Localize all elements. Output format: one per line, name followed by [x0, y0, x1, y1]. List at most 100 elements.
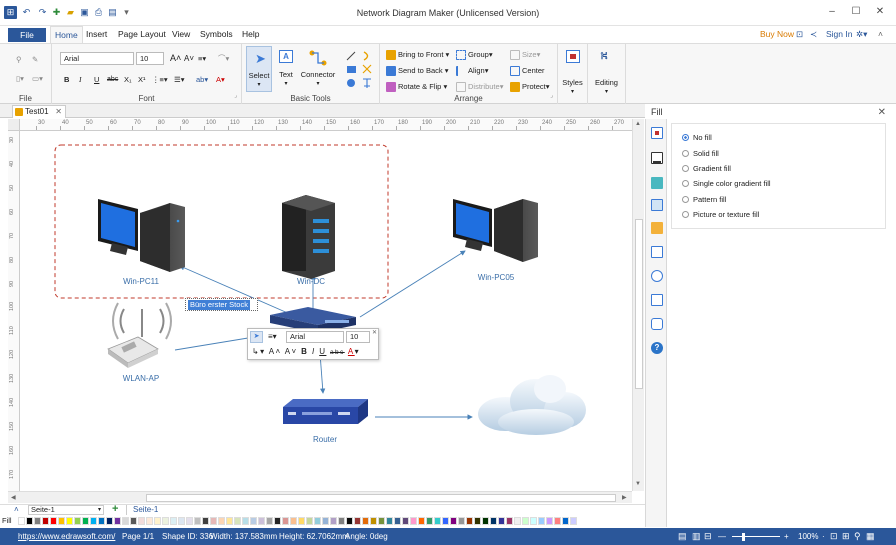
- color-swatch[interactable]: [226, 517, 233, 525]
- option-gradient-fill[interactable]: Gradient fill: [682, 163, 731, 174]
- mini-grow-font-icon[interactable]: A˄: [269, 347, 282, 356]
- italic-button[interactable]: I: [79, 73, 82, 86]
- color-swatch[interactable]: [186, 517, 193, 525]
- tab-help[interactable]: Help: [238, 26, 263, 43]
- font-size-select[interactable]: 10: [136, 52, 164, 65]
- color-swatch[interactable]: [202, 517, 209, 525]
- option-picture-texture-fill[interactable]: Picture or texture fill: [682, 209, 759, 220]
- color-swatch[interactable]: [34, 517, 41, 525]
- option-no-fill[interactable]: No fill: [682, 132, 712, 143]
- grow-font-icon[interactable]: A˄: [170, 52, 181, 65]
- color-swatch[interactable]: [50, 517, 57, 525]
- color-swatch[interactable]: [386, 517, 393, 525]
- tab-page-layout[interactable]: Page Layout: [114, 26, 170, 43]
- color-swatch[interactable]: [354, 517, 361, 525]
- color-swatch[interactable]: [154, 517, 161, 525]
- mini-shrink-font-icon[interactable]: A˅: [285, 347, 298, 356]
- color-swatch[interactable]: [74, 517, 81, 525]
- font-dialog-launcher-icon[interactable]: ⌟: [234, 90, 237, 103]
- mini-underline-button[interactable]: U: [319, 347, 326, 356]
- drawing-canvas[interactable]: Win-PC11 Win-DC Win-PC05 WLAN-AP Router …: [20, 131, 632, 490]
- tab-symbols[interactable]: Symbols: [196, 26, 237, 43]
- color-swatch[interactable]: [562, 517, 569, 525]
- color-swatch[interactable]: [66, 517, 73, 525]
- paste-icon[interactable]: ▯▾: [16, 72, 24, 85]
- close-tab-icon[interactable]: ✕: [55, 106, 62, 118]
- color-swatch[interactable]: [282, 517, 289, 525]
- fit-width-icon[interactable]: ⊞: [842, 528, 850, 545]
- paragraph-align-icon[interactable]: ≡▾: [198, 52, 206, 65]
- color-swatch[interactable]: [338, 517, 345, 525]
- color-swatch[interactable]: [58, 517, 65, 525]
- color-swatch[interactable]: [362, 517, 369, 525]
- settings-gear-icon[interactable]: ✲▾: [852, 26, 871, 43]
- text-direction-icon[interactable]: ⌒▾: [218, 52, 229, 65]
- image-panel-icon[interactable]: [651, 199, 663, 211]
- router-icon[interactable]: [283, 399, 368, 424]
- color-swatch[interactable]: [90, 517, 97, 525]
- pc-win-pc11-icon[interactable]: [98, 199, 185, 272]
- help-icon[interactable]: ?: [651, 342, 663, 354]
- color-swatch[interactable]: [106, 517, 113, 525]
- color-swatch[interactable]: [218, 517, 225, 525]
- color-swatch[interactable]: [234, 517, 241, 525]
- color-swatch[interactable]: [26, 517, 33, 525]
- close-button[interactable]: ✕: [870, 4, 890, 20]
- color-swatch[interactable]: [570, 517, 577, 525]
- color-swatch[interactable]: [130, 517, 137, 525]
- page-tab-seite-1[interactable]: Seite-1: [126, 505, 158, 515]
- vertical-scrollbar[interactable]: ▲ ▼: [632, 119, 644, 491]
- color-swatch[interactable]: [458, 517, 465, 525]
- shrink-font-icon[interactable]: A˅: [184, 52, 194, 65]
- size-button[interactable]: Size▾: [510, 48, 540, 61]
- bring-to-front-button[interactable]: Bring to Front ▾: [386, 48, 449, 61]
- mini-font-color-icon[interactable]: A: [348, 347, 355, 356]
- center-button[interactable]: Center: [510, 64, 545, 77]
- color-swatch[interactable]: [298, 517, 305, 525]
- strikethrough-button[interactable]: abc: [107, 73, 118, 86]
- color-swatch[interactable]: [450, 517, 457, 525]
- scroll-up-icon[interactable]: ▲: [635, 121, 641, 127]
- label-win-pc05[interactable]: Win-PC05: [467, 273, 525, 282]
- color-swatch[interactable]: [514, 517, 521, 525]
- distribute-button[interactable]: Distribute▾: [456, 80, 503, 93]
- color-swatch[interactable]: [42, 517, 49, 525]
- mini-connector-icon[interactable]: ↳: [252, 347, 260, 356]
- maximize-button[interactable]: ☐: [846, 4, 866, 20]
- color-swatch[interactable]: [194, 517, 201, 525]
- bullets-icon[interactable]: ☰▾: [174, 73, 185, 86]
- color-swatch[interactable]: [210, 517, 217, 525]
- fit-page-icon[interactable]: ⊡: [830, 528, 838, 545]
- color-swatch[interactable]: [146, 517, 153, 525]
- color-swatch[interactable]: [522, 517, 529, 525]
- fit-view-icon[interactable]: ⊟: [704, 528, 712, 545]
- mini-font-select[interactable]: Arial: [286, 331, 344, 343]
- scroll-right-icon[interactable]: ▶: [622, 494, 627, 501]
- comment-panel-icon[interactable]: [651, 318, 663, 330]
- color-swatch[interactable]: [322, 517, 329, 525]
- color-swatch[interactable]: [138, 517, 145, 525]
- horizontal-scroll-thumb[interactable]: [146, 494, 616, 502]
- file-menu-button[interactable]: File: [8, 28, 46, 42]
- rotate-flip-button[interactable]: Rotate & Flip ▾: [386, 80, 447, 93]
- theme-panel-icon[interactable]: [651, 270, 663, 282]
- bold-button[interactable]: B: [64, 73, 69, 86]
- color-swatch[interactable]: [394, 517, 401, 525]
- text-tool-button[interactable]: A Text ▾: [274, 46, 298, 92]
- color-swatch[interactable]: [426, 517, 433, 525]
- color-swatch[interactable]: [18, 517, 25, 525]
- scroll-down-icon[interactable]: ▼: [635, 481, 641, 487]
- pages-collapse-icon[interactable]: ˄: [14, 505, 19, 514]
- color-swatch[interactable]: [162, 517, 169, 525]
- styles-group[interactable]: Styles ▾: [558, 44, 588, 105]
- mini-bold-button[interactable]: B: [301, 347, 308, 356]
- cloud-icon[interactable]: [478, 375, 586, 435]
- color-swatch[interactable]: [98, 517, 105, 525]
- label-router[interactable]: Router: [300, 435, 350, 444]
- server-win-dc-icon[interactable]: [282, 195, 335, 279]
- mini-format-buttons[interactable]: ↳▾ A˄ A˅ B I U abc A▾: [252, 347, 360, 356]
- color-swatch[interactable]: [538, 517, 545, 525]
- color-swatch[interactable]: [82, 517, 89, 525]
- highlight-icon[interactable]: ab▾: [196, 73, 208, 86]
- align-button[interactable]: Align▾: [456, 64, 488, 77]
